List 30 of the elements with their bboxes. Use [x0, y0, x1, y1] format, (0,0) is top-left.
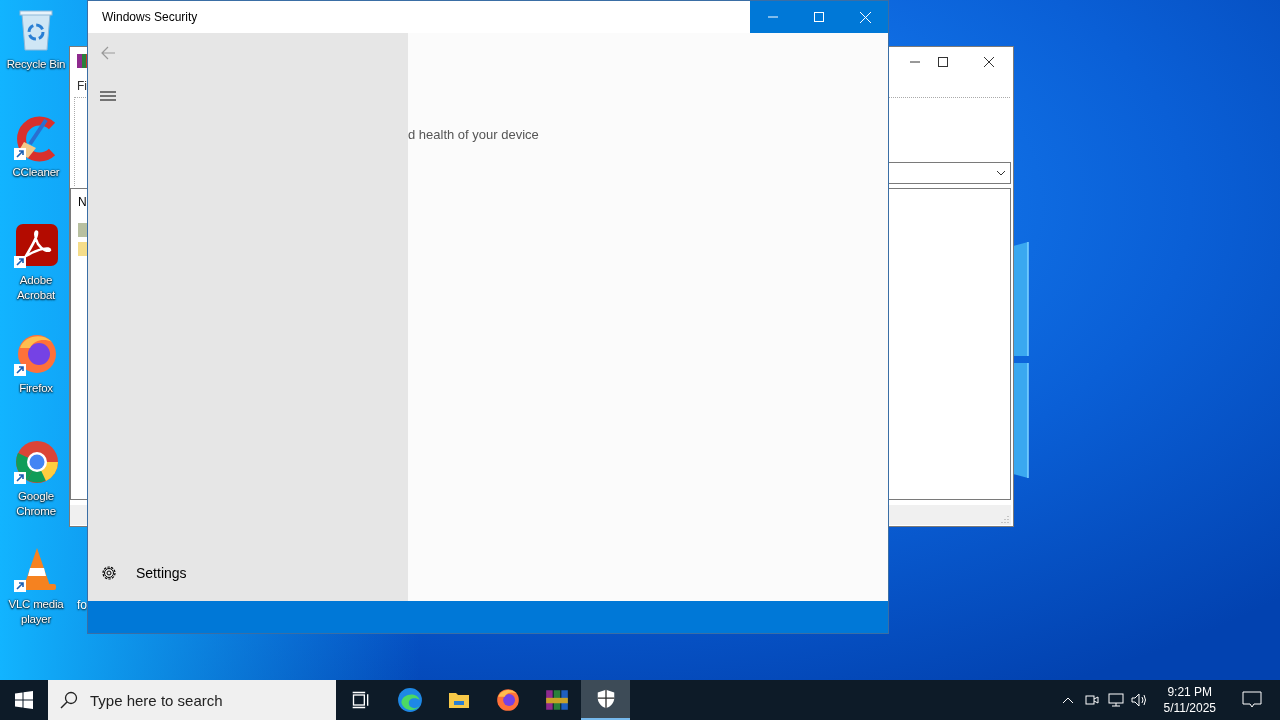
subtitle-text: d health of your device [408, 127, 539, 142]
close-icon [859, 11, 871, 23]
close-icon [984, 57, 994, 67]
icon-label[interactable]: VLC media player [3, 597, 69, 627]
taskbar-app-button[interactable] [581, 680, 630, 720]
windows-logo-icon [15, 691, 33, 709]
column-header[interactable]: N [78, 195, 87, 209]
task-view-icon [350, 690, 371, 710]
firefox-icon [494, 687, 521, 713]
icon-label[interactable]: Adobe Acrobat [3, 273, 69, 303]
icon-label[interactable]: Google Chrome [3, 489, 69, 519]
icon-label[interactable]: Recycle Bin [3, 57, 69, 72]
icon-label[interactable]: CCleaner [3, 165, 69, 180]
icon-label[interactable]: Firefox [3, 381, 69, 396]
books-icon [543, 687, 570, 713]
edge-icon [396, 687, 423, 713]
chevron-down-icon [996, 170, 1006, 176]
search-icon [60, 691, 78, 709]
settings-button[interactable]: Settings [88, 561, 408, 585]
settings-icon [100, 564, 118, 582]
resize-grip-icon [1001, 515, 1009, 523]
window-title: Windows Security [101, 10, 199, 24]
maximize-icon [814, 12, 824, 22]
menu-item[interactable]: Fi [77, 79, 87, 93]
menu-button[interactable] [100, 89, 116, 103]
maximize-icon [938, 57, 948, 67]
address-combobox[interactable] [888, 162, 1011, 184]
search-field[interactable]: Type here to search [48, 680, 336, 720]
clock[interactable]: 9:21 PM 5/11/2025 [1159, 684, 1220, 716]
icon-label[interactable]: fo [77, 598, 87, 612]
